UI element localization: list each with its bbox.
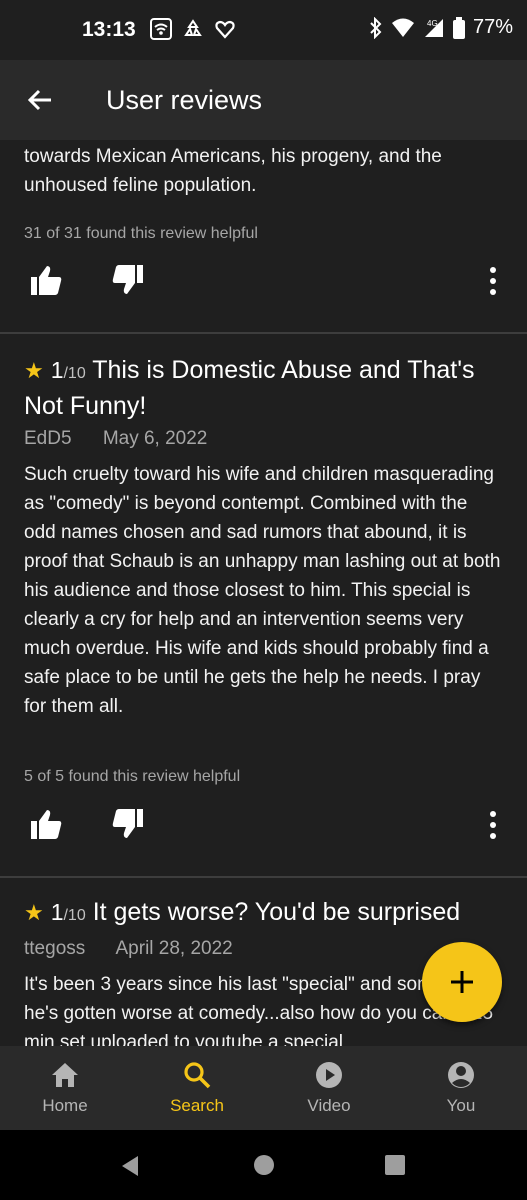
more-vert-icon[interactable] [487, 266, 499, 296]
play-circle-icon [316, 1062, 342, 1088]
helpful-count: 31 of 31 found this review helpful [24, 225, 258, 242]
back-triangle-icon[interactable] [118, 1154, 142, 1178]
rating-scale: /10 [63, 365, 86, 382]
svg-text:4G: 4G [427, 19, 438, 28]
heart-icon [215, 20, 235, 39]
review-meta: EdD5 May 6, 2022 [0, 428, 257, 450]
bluetooth-icon [370, 16, 382, 39]
app-bar: User reviews [0, 60, 527, 140]
nav-home[interactable]: Home [15, 1060, 115, 1116]
recents-square-icon[interactable] [384, 1154, 406, 1176]
review-date: May 6, 2022 [102, 428, 208, 449]
reviews-list[interactable]: towards Mexican Americans, his progeny, … [0, 140, 527, 1046]
nav-label: Video [307, 1096, 351, 1115]
cell-signal-icon: 4G [424, 18, 443, 37]
review-heading: ★ 1/10 This is Domestic Abuse and That's… [0, 354, 527, 422]
review-text: Such cruelty toward his wife and childre… [24, 464, 501, 717]
thumbs-up-icon[interactable] [28, 806, 64, 842]
nav-you[interactable]: You [411, 1060, 511, 1116]
battery-percent: 77% [472, 16, 513, 38]
helpful-count: 5 of 5 found this review helpful [24, 768, 241, 785]
wifi-icon [391, 18, 414, 37]
review-text: towards Mexican Americans, his progeny, … [24, 146, 442, 196]
review-heading: ★ 1/10 It gets worse? You'd be surprised [0, 896, 484, 932]
nav-video[interactable]: Video [279, 1060, 379, 1116]
notification-icons [150, 18, 236, 40]
star-icon: ★ [24, 900, 44, 925]
review-date: April 28, 2022 [115, 938, 233, 959]
review-title: This is Domestic Abuse and That's Not Fu… [24, 356, 475, 420]
search-icon [184, 1062, 211, 1089]
review-card: towards Mexican Americans, his progeny, … [0, 140, 527, 332]
add-review-button[interactable] [422, 942, 502, 1022]
arrow-left-icon[interactable] [26, 86, 54, 114]
thumbs-up-icon[interactable] [28, 262, 64, 298]
bottom-nav: Home Search Video You [0, 1046, 527, 1130]
wifi-box-icon [150, 18, 172, 40]
thumbs-down-icon[interactable] [110, 806, 146, 842]
nav-label: Search [170, 1096, 224, 1115]
recycle-icon [184, 19, 202, 36]
plus-icon [451, 971, 473, 993]
rating-score: 1 [50, 357, 64, 383]
system-icons: 4G 77% [369, 16, 513, 39]
thumbs-down-icon[interactable] [110, 262, 146, 298]
account-circle-icon [448, 1062, 474, 1088]
review-meta: ttegoss April 28, 2022 [0, 938, 283, 960]
nav-label: You [446, 1096, 476, 1115]
nav-search[interactable]: Search [147, 1060, 247, 1116]
review-title: It gets worse? You'd be surprised [92, 898, 461, 926]
review-author[interactable]: ttegoss [24, 938, 85, 959]
status-time: 13:13 [82, 18, 136, 41]
home-circle-icon[interactable] [253, 1154, 275, 1176]
home-icon [52, 1063, 78, 1087]
more-vert-icon[interactable] [487, 810, 499, 840]
nav-label: Home [42, 1096, 88, 1115]
status-bar: 13:13 4G 77% [0, 0, 527, 60]
rating-score: 1 [50, 899, 64, 925]
page-title: User reviews [106, 85, 263, 115]
system-nav-bar [0, 1130, 527, 1200]
review-card: ★ 1/10 This is Domestic Abuse and That's… [0, 334, 527, 876]
review-author[interactable]: EdD5 [24, 428, 72, 449]
star-icon: ★ [24, 358, 44, 383]
rating-scale: /10 [63, 907, 86, 924]
battery-icon [452, 16, 465, 39]
